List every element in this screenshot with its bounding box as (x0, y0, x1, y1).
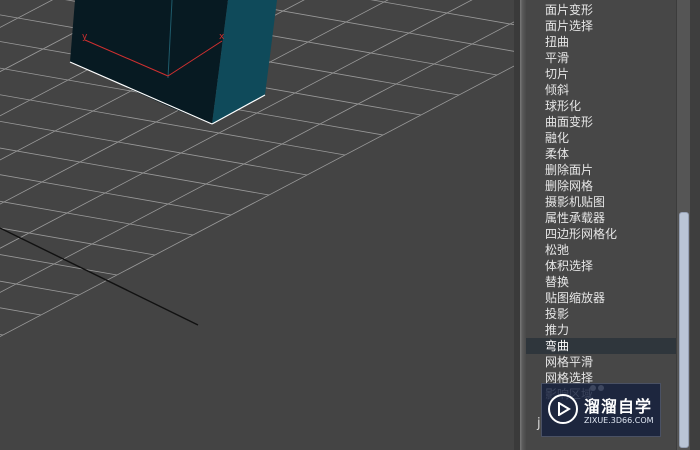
grid-line (0, 254, 118, 276)
modifier-item[interactable]: 体积选择 (526, 258, 676, 274)
modifier-item[interactable]: 属性承载器 (526, 210, 676, 226)
watermark-url: ZIXUE.3D66.COM (584, 416, 654, 425)
modifier-item[interactable]: 松弛 (526, 242, 676, 258)
perspective-grid: yx (0, 0, 514, 356)
grid-line (0, 307, 42, 316)
modifier-item[interactable]: 替换 (526, 274, 676, 290)
panel-edge (690, 0, 700, 450)
modifier-item[interactable]: 贴图缩放器 (526, 290, 676, 306)
modifier-item[interactable]: 删除网格 (526, 178, 676, 194)
modifier-item[interactable]: 弯曲 (526, 338, 676, 354)
modifier-item[interactable]: 切片 (526, 66, 676, 82)
box-front-face (70, 0, 228, 124)
modifier-item[interactable]: 推力 (526, 322, 676, 338)
modifier-item[interactable]: 投影 (526, 306, 676, 322)
modifier-item[interactable]: 融化 (526, 130, 676, 146)
modifier-item[interactable]: 四边形网格化 (526, 226, 676, 242)
3d-viewport[interactable]: yx (0, 0, 514, 450)
modifier-item[interactable]: 球形化 (526, 98, 676, 114)
modifier-item[interactable]: 摄影机贴图 (526, 194, 676, 210)
scrollbar-thumb[interactable] (679, 212, 689, 448)
modifier-item[interactable]: 扭曲 (526, 34, 676, 50)
play-icon (548, 394, 578, 424)
watermark-title: 溜溜自学 (584, 397, 653, 416)
modifier-item[interactable]: 倾斜 (526, 82, 676, 98)
modifier-item[interactable]: 平滑 (526, 50, 676, 66)
modifier-item[interactable]: 面片变形 (526, 2, 676, 18)
modifier-item[interactable]: 网格平滑 (526, 354, 676, 370)
modifier-item[interactable]: 删除面片 (526, 162, 676, 178)
modifier-item[interactable]: 柔体 (526, 146, 676, 162)
modifier-list: 面片变形 面片选择 扭曲 平滑 切片 倾斜 球形化 曲面变形 融化 柔体 删除面片 删除网格 摄影机贴图… (526, 2, 676, 402)
modifier-list-scrollbar[interactable] (676, 0, 691, 450)
grid-line (0, 227, 156, 256)
gizmo-label-x: x (219, 32, 225, 42)
grid-line (0, 0, 44, 356)
grid-line (0, 334, 4, 336)
watermark-logo: 溜溜自学 ZIXUE.3D66.COM (541, 383, 661, 437)
modifier-item[interactable]: 曲面变形 (526, 114, 676, 130)
modifier-item[interactable]: 面片选择 (526, 18, 676, 34)
gizmo-label-y: y (82, 32, 88, 42)
